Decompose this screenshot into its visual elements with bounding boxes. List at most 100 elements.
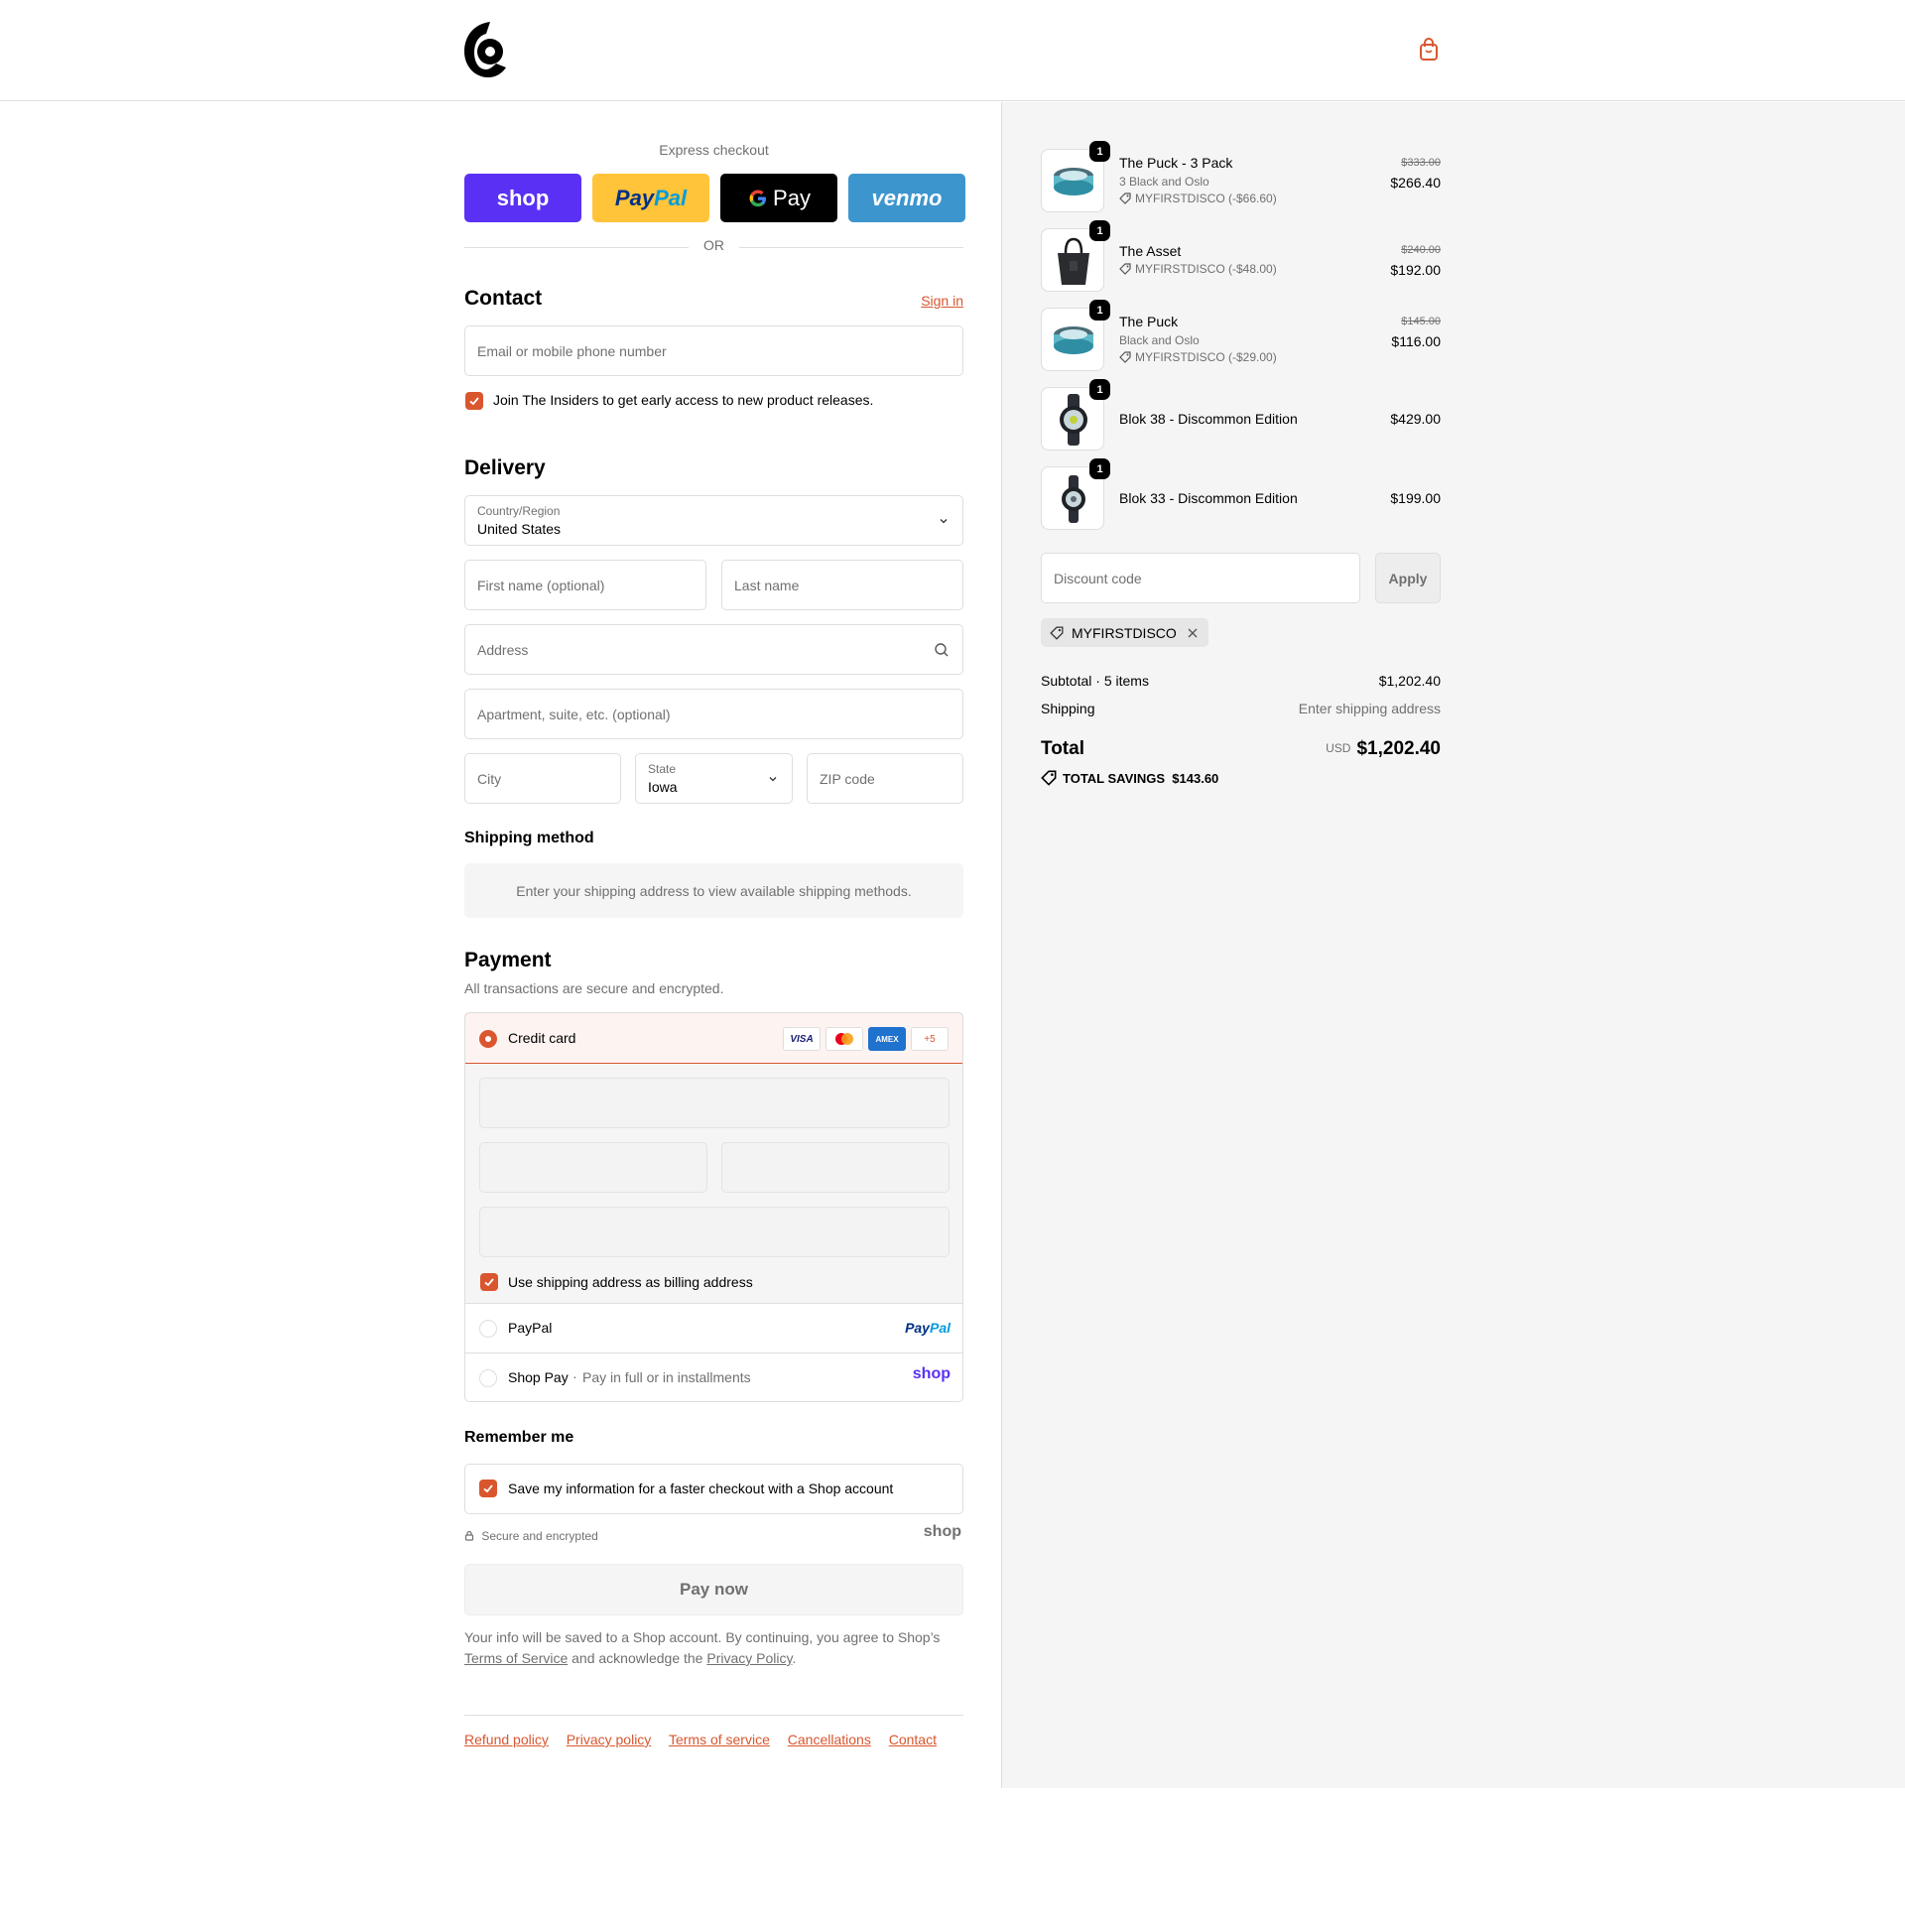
secure-note: Secure and encrypted xyxy=(464,1529,598,1543)
sign-in-link[interactable]: Sign in xyxy=(921,293,963,309)
remember-me-checkbox[interactable] xyxy=(479,1480,497,1497)
item-name: Blok 33 - Discommon Edition xyxy=(1119,490,1298,506)
state-select[interactable]: State Iowa xyxy=(635,753,793,804)
shopping-bag-icon[interactable] xyxy=(1418,38,1440,62)
footer-link-contact[interactable]: Contact xyxy=(889,1732,937,1747)
tag-icon xyxy=(1119,193,1131,204)
email-field[interactable]: Email or mobile phone number xyxy=(464,325,963,376)
terms-of-service-link[interactable]: Terms of Service xyxy=(464,1650,568,1666)
item-name: The Puck xyxy=(1119,314,1179,329)
shop-pay-option[interactable]: Shop Pay · Pay in full or in installment… xyxy=(465,1353,962,1401)
billing-address-checkbox[interactable] xyxy=(480,1273,498,1291)
shop-pay-sub: Pay in full or in installments xyxy=(582,1369,751,1385)
quantity-badge: 1 xyxy=(1089,141,1110,162)
legal-text: Your info will be saved to a Shop accoun… xyxy=(464,1629,941,1666)
first-name-field[interactable]: First name (optional) xyxy=(464,560,706,610)
billing-address-label: Use shipping address as billing address xyxy=(508,1274,753,1290)
item-discount: MYFIRSTDISCO (-$48.00) xyxy=(1119,262,1277,276)
shop-pay-radio[interactable] xyxy=(479,1369,497,1387)
tag-icon xyxy=(1041,770,1057,786)
item-price: $429.00 xyxy=(1390,411,1441,427)
shop-logo: shop xyxy=(912,1365,951,1382)
paypal-option[interactable]: PayPal PayPal xyxy=(465,1304,962,1353)
paypal-label: PayPal xyxy=(508,1320,553,1336)
pay-now-button[interactable]: Pay now xyxy=(464,1564,963,1615)
google-pay-button[interactable]: Pay xyxy=(720,174,837,222)
amex-icon: AMEX xyxy=(868,1027,906,1051)
newsletter-label: Join The Insiders to get early access to… xyxy=(493,392,874,408)
privacy-policy-link[interactable]: Privacy Policy xyxy=(706,1650,792,1666)
cart-item: 1 Blok 33 - Discommon Edition $199.00 xyxy=(1041,458,1441,530)
footer-link-privacy[interactable]: Privacy policy xyxy=(567,1732,652,1747)
item-name: The Puck - 3 Pack xyxy=(1119,155,1233,171)
total-row: Total USD $1,202.40 xyxy=(1041,738,1441,760)
card-number-field[interactable] xyxy=(479,1078,950,1128)
credit-card-label: Credit card xyxy=(508,1030,576,1046)
shop-pay-button[interactable]: shop xyxy=(464,174,581,222)
security-code-field[interactable] xyxy=(721,1142,950,1193)
header xyxy=(0,0,1905,101)
paypal-radio[interactable] xyxy=(479,1320,497,1338)
item-price: $192.00 xyxy=(1390,262,1441,278)
tag-icon xyxy=(1119,351,1131,363)
google-g-icon xyxy=(749,189,767,206)
shop-logo-small: shop xyxy=(923,1523,961,1540)
more-cards-badge: +5 xyxy=(911,1027,949,1051)
footer-link-terms[interactable]: Terms of service xyxy=(669,1732,770,1747)
address-field[interactable]: Address xyxy=(464,624,963,675)
item-price: $199.00 xyxy=(1390,490,1441,506)
paypal-button[interactable]: Pay Pal xyxy=(592,174,709,222)
item-price: $116.00 xyxy=(1391,333,1441,349)
close-icon[interactable] xyxy=(1187,627,1199,639)
chevron-down-icon xyxy=(769,777,777,782)
footer-divider xyxy=(464,1715,963,1716)
venmo-button[interactable]: venmo xyxy=(848,174,965,222)
shipping-method-info: Enter your shipping address to view avai… xyxy=(464,863,963,918)
applied-discount-chip: MYFIRSTDISCO xyxy=(1041,618,1208,647)
mastercard-icon xyxy=(826,1027,863,1051)
discount-code-field[interactable]: Discount code xyxy=(1041,553,1360,603)
cart-item: 1 The Puck Black and Oslo MYFIRSTDISCO (… xyxy=(1041,300,1441,371)
credit-card-option[interactable]: Credit card VISA AMEX +5 xyxy=(465,1013,962,1064)
total-value: $1,202.40 xyxy=(1356,738,1441,759)
shop-pay-label: Shop Pay xyxy=(508,1369,569,1385)
payment-heading: Payment xyxy=(464,949,552,971)
item-price: $266.40 xyxy=(1390,175,1441,191)
zip-field[interactable]: ZIP code xyxy=(807,753,963,804)
last-name-field[interactable]: Last name xyxy=(721,560,963,610)
footer-link-cancellations[interactable]: Cancellations xyxy=(788,1732,871,1747)
footer-links: Refund policy Privacy policy Terms of se… xyxy=(464,1732,951,1747)
tag-icon xyxy=(1119,263,1131,275)
currency-code: USD xyxy=(1326,741,1351,755)
city-field[interactable]: City xyxy=(464,753,621,804)
footer-link-refund[interactable]: Refund policy xyxy=(464,1732,549,1747)
payment-subheading: All transactions are secure and encrypte… xyxy=(464,980,724,996)
country-select[interactable]: Country/Region United States xyxy=(464,495,963,546)
brand-logo[interactable] xyxy=(462,20,510,79)
credit-card-radio[interactable] xyxy=(479,1030,497,1048)
total-label: Total xyxy=(1041,738,1084,759)
apply-button[interactable]: Apply xyxy=(1375,553,1441,603)
shipping-method-heading: Shipping method xyxy=(464,830,594,846)
apartment-field[interactable]: Apartment, suite, etc. (optional) xyxy=(464,689,963,739)
name-on-card-field[interactable] xyxy=(479,1207,950,1257)
cart-item: 1 The Asset MYFIRSTDISCO (-$48.00) $240.… xyxy=(1041,220,1441,292)
expiration-date-field[interactable] xyxy=(479,1142,707,1193)
cart-item: 1 The Puck - 3 Pack 3 Black and Oslo MYF… xyxy=(1041,141,1441,212)
newsletter-checkbox[interactable] xyxy=(465,392,483,410)
quantity-badge: 1 xyxy=(1089,220,1110,241)
chevron-down-icon xyxy=(940,519,948,524)
tag-icon xyxy=(1050,626,1064,640)
subtotal-value: $1,202.40 xyxy=(1378,673,1441,689)
search-icon xyxy=(935,643,949,657)
dot-separator: · xyxy=(572,1368,577,1384)
quantity-badge: 1 xyxy=(1089,458,1110,479)
item-variant: 3 Black and Oslo xyxy=(1119,175,1209,189)
subtotal-row: Subtotal · 5 items $1,202.40 xyxy=(1041,673,1441,689)
shipping-value: Enter shipping address xyxy=(1298,701,1441,716)
remember-me-box[interactable]: Save my information for a faster checkou… xyxy=(464,1464,963,1514)
or-divider: OR xyxy=(464,237,963,257)
total-savings: TOTAL SAVINGS $143.60 xyxy=(1041,770,1218,786)
lock-icon xyxy=(464,1530,474,1541)
quantity-badge: 1 xyxy=(1089,300,1110,321)
